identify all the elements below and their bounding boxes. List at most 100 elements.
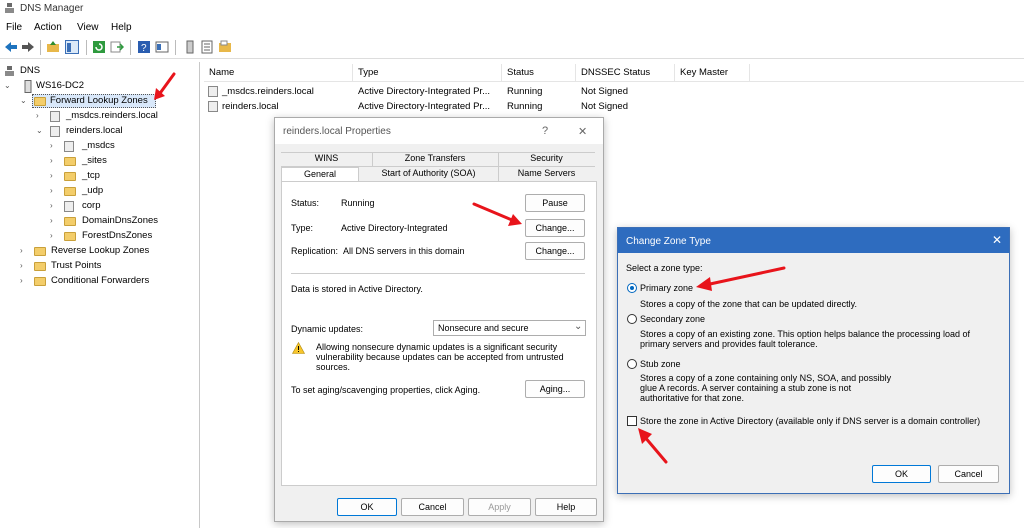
dns-manager-icon [5, 3, 14, 13]
tree-item-domaindnszones[interactable]: › DomainDnsZones [50, 215, 180, 229]
dynamic-updates-label: Dynamic updates: [291, 324, 364, 334]
column-header-type[interactable]: Type [358, 67, 379, 78]
zone-icon[interactable] [218, 40, 232, 54]
tree-item-reinders-local[interactable]: ⌄ reinders.local [36, 125, 186, 139]
forward-arrow-icon[interactable] [21, 40, 35, 54]
tree-label: _tcp [82, 170, 100, 181]
tab-name-servers[interactable]: Name Servers [498, 167, 595, 181]
store-in-ad-label[interactable]: Store the zone in Active Directory (avai… [640, 416, 980, 426]
primary-zone-label[interactable]: Primary zone [640, 283, 693, 293]
chevron-right-icon[interactable]: › [50, 186, 59, 195]
server-icon[interactable] [183, 40, 197, 54]
tab-security[interactable]: Security [498, 152, 595, 166]
tree-label: WS16-DC2 [36, 80, 85, 91]
tree-item-trust-points[interactable]: › Trust Points [20, 260, 170, 274]
tree-item-msdcs[interactable]: › _msdcs [50, 140, 170, 154]
column-header-name[interactable]: Name [209, 67, 234, 78]
menu-view[interactable]: View [77, 22, 99, 33]
chevron-down-icon[interactable]: ⌄ [20, 96, 29, 105]
tree-item-corp[interactable]: › corp [50, 200, 170, 214]
cancel-button[interactable]: Cancel [938, 465, 999, 483]
chevron-right-icon[interactable]: › [36, 111, 45, 120]
tab-zone-transfers[interactable]: Zone Transfers [372, 152, 498, 166]
change-zone-type-dialog: Change Zone Type ✕ Select a zone type: P… [617, 227, 1010, 494]
dynamic-updates-select[interactable]: Nonsecure and secure ⌄ [433, 320, 586, 336]
menu-action[interactable]: Action [34, 22, 62, 33]
folder-icon [64, 217, 76, 226]
tree-item-sites[interactable]: › _sites [50, 155, 170, 169]
chevron-right-icon[interactable]: › [20, 246, 29, 255]
apply-button[interactable]: Apply [468, 498, 531, 516]
column-header-dnssec[interactable]: DNSSEC Status [581, 67, 650, 78]
menu-help[interactable]: Help [111, 22, 132, 33]
properties-icon[interactable] [155, 40, 169, 54]
ok-button[interactable]: OK [872, 465, 931, 483]
table-row[interactable]: reinders.local Active Directory-Integrat… [204, 100, 1024, 114]
chevron-right-icon[interactable]: › [20, 261, 29, 270]
cancel-button[interactable]: Cancel [401, 498, 464, 516]
column-header-key-master[interactable]: Key Master [680, 67, 728, 78]
up-folder-icon[interactable] [46, 40, 60, 54]
tree-item-forestdnszones[interactable]: › ForestDnsZones [50, 230, 180, 244]
aging-button[interactable]: Aging... [525, 380, 585, 398]
help-icon[interactable]: ? [137, 40, 151, 54]
change-type-button[interactable]: Change... [525, 219, 585, 237]
tree-label: _udp [82, 185, 104, 196]
tree-label: ForestDnsZones [82, 230, 153, 241]
tree-item-tcp[interactable]: › _tcp [50, 170, 170, 184]
refresh-icon[interactable] [92, 40, 106, 54]
status-label: Status: [291, 198, 320, 208]
type-label: Type: [291, 223, 314, 233]
close-icon[interactable]: ✕ [578, 125, 587, 138]
folder-icon [64, 157, 76, 166]
folder-icon [34, 262, 46, 271]
tab-soa[interactable]: Start of Authority (SOA) [359, 167, 498, 181]
column-header-status[interactable]: Status [507, 67, 534, 78]
tree-label: _msdcs.reinders.local [66, 110, 158, 121]
stub-zone-label[interactable]: Stub zone [640, 359, 681, 369]
tree-label: corp [82, 200, 101, 211]
chevron-right-icon[interactable]: › [20, 276, 29, 285]
list-header: Name Type Status DNSSEC Status Key Maste… [204, 64, 1024, 82]
dns-icon [5, 66, 14, 76]
chevron-right-icon[interactable]: › [50, 171, 59, 180]
general-tab-panel: Status: Running Pause Type: Active Direc… [281, 181, 597, 486]
tree-item-conditional-forwarders[interactable]: › Conditional Forwarders [20, 275, 180, 289]
chevron-right-icon[interactable]: › [50, 201, 59, 210]
show-tree-icon[interactable] [65, 40, 79, 54]
back-arrow-icon[interactable] [4, 40, 18, 54]
cell-name: _msdcs.reinders.local [222, 86, 314, 97]
list-icon[interactable] [200, 40, 214, 54]
secondary-zone-label[interactable]: Secondary zone [640, 314, 705, 324]
change-replication-button[interactable]: Change... [525, 242, 585, 260]
chevron-right-icon[interactable]: › [50, 231, 59, 240]
tree-item-dns[interactable]: DNS [4, 65, 104, 79]
chevron-down-icon[interactable]: ⌄ [4, 81, 13, 90]
tab-wins[interactable]: WINS [281, 152, 372, 166]
chevron-down-icon[interactable]: ⌄ [36, 126, 45, 135]
chevron-down-icon: ⌄ [574, 321, 583, 332]
close-icon[interactable]: ✕ [992, 233, 1002, 247]
pause-button[interactable]: Pause [525, 194, 585, 212]
menu-file[interactable]: File [6, 22, 22, 33]
primary-zone-radio[interactable] [627, 283, 637, 293]
secondary-zone-desc: Stores a copy of an existing zone. This … [640, 329, 971, 349]
tree-item-msdcs-zone[interactable]: › _msdcs.reinders.local [36, 110, 186, 124]
tab-general[interactable]: General [281, 167, 359, 181]
stub-zone-radio[interactable] [627, 359, 637, 369]
dialog-title: reinders.local Properties [283, 126, 391, 137]
export-icon[interactable] [110, 40, 124, 54]
tree-item-reverse-lookup-zones[interactable]: › Reverse Lookup Zones [20, 245, 170, 259]
tree-item-forward-lookup-zones[interactable]: ⌄ Forward Lookup Zones [20, 95, 160, 109]
table-row[interactable]: _msdcs.reinders.local Active Directory-I… [204, 85, 1024, 99]
chevron-right-icon[interactable]: › [50, 216, 59, 225]
replication-value: All DNS servers in this domain [343, 246, 465, 256]
ok-button[interactable]: OK [337, 498, 397, 516]
help-button[interactable]: Help [535, 498, 597, 516]
chevron-right-icon[interactable]: › [50, 141, 59, 150]
chevron-right-icon[interactable]: › [50, 156, 59, 165]
secondary-zone-radio[interactable] [627, 314, 637, 324]
tree-item-server[interactable]: ⌄ WS16-DC2 [4, 80, 124, 94]
tree-item-udp[interactable]: › _udp [50, 185, 170, 199]
help-question-icon[interactable]: ? [542, 125, 548, 137]
